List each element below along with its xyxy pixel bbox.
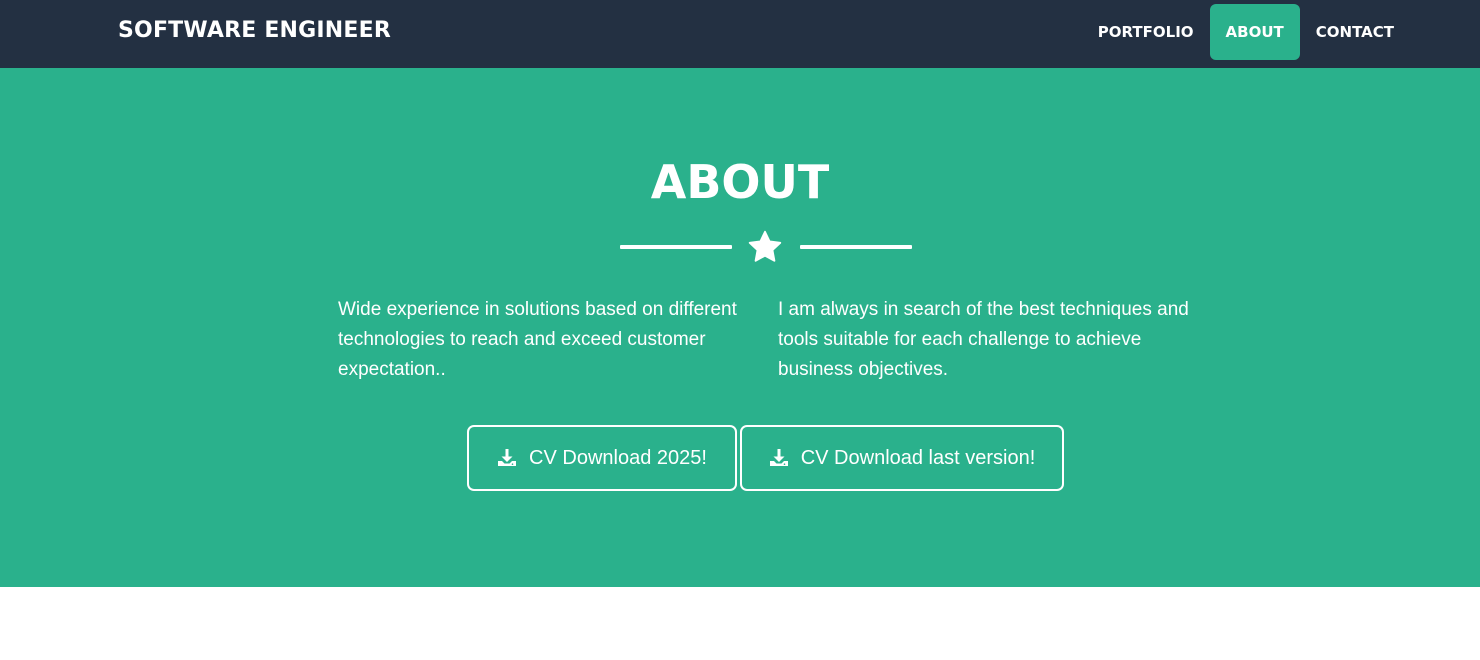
brand-link[interactable]: SOFTWARE ENGINEER [118,18,391,43]
download-icon [498,449,517,466]
divider-line-left [620,245,732,249]
navbar: SOFTWARE ENGINEER PORTFOLIO ABOUT CONTAC… [0,0,1480,68]
cv-download-last-version-button[interactable]: CV Download last version! [740,425,1064,491]
about-section: ABOUT Wide experience in solutions based… [0,68,1480,587]
about-text-left: Wide experience in solutions based on di… [338,299,737,380]
cv-download-2025-button[interactable]: CV Download 2025! [467,425,737,491]
nav-link-about[interactable]: ABOUT [1209,4,1300,60]
download-icon [769,449,788,466]
title-divider [620,228,912,266]
star-icon [748,230,782,262]
cv-download-last-version-label: CV Download last version! [800,446,1036,469]
cv-download-2025-label: CV Download 2025! [529,446,707,469]
about-text-right: I am always in search of the best techni… [778,299,1189,380]
nav-link-contact[interactable]: CONTACT [1300,4,1410,60]
nav-link-portfolio[interactable]: PORTFOLIO [1082,4,1210,60]
nav-links: PORTFOLIO ABOUT CONTACT [1082,4,1410,60]
about-title: ABOUT [650,155,830,209]
divider-line-right [800,245,912,249]
